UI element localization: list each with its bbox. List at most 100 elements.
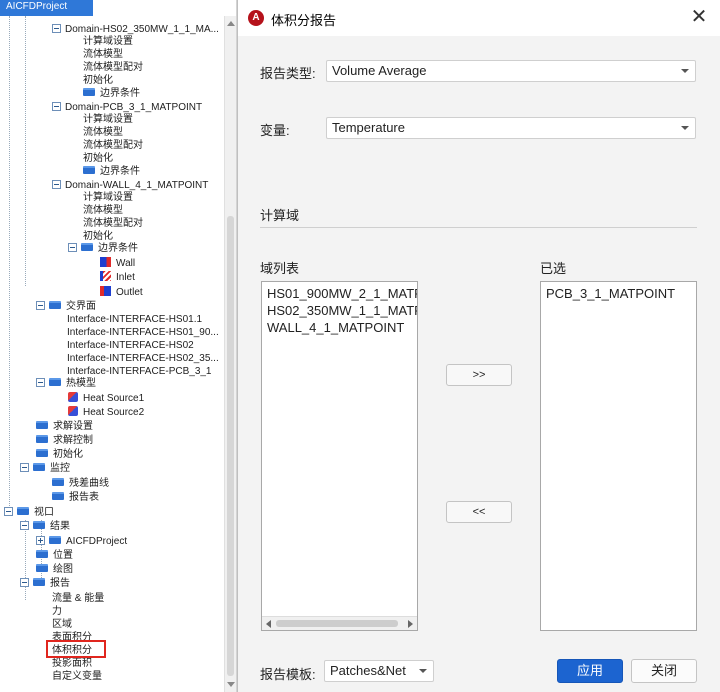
tree-item-boundary-conditions[interactable]: 边界条件 — [68, 242, 138, 255]
volume-integral-report-dialog: A 体积分报告 ✕ 报告类型: Volume Average 变量: Tempe… — [237, 0, 720, 692]
apply-button[interactable]: 应用 — [557, 659, 623, 683]
remove-from-selected-button[interactable]: << — [446, 501, 512, 523]
tree-item-interface[interactable]: Interface-INTERFACE-HS01.1 — [67, 313, 202, 326]
scrollbar-thumb[interactable] — [227, 216, 234, 676]
scroll-left-arrow-icon[interactable] — [266, 620, 271, 628]
collapse-icon[interactable] — [20, 577, 29, 587]
tree-item-wall[interactable]: Wall — [100, 257, 135, 270]
tree-item-report[interactable]: 报告 — [20, 577, 70, 590]
folder-icon — [36, 435, 48, 444]
add-to-selected-button[interactable]: >> — [446, 364, 512, 386]
folder-icon — [49, 301, 61, 310]
collapse-icon[interactable] — [52, 101, 61, 111]
collapse-icon[interactable] — [20, 462, 29, 472]
tree-item-label: 报告 — [50, 578, 70, 589]
collapse-icon[interactable] — [36, 300, 45, 310]
tree-item-domain-hs02[interactable]: Domain-HS02_350MW_1_1_MA... — [52, 23, 219, 36]
tree-item-domain-settings[interactable]: 计算域设置 — [83, 35, 133, 48]
tree-item-report-table[interactable]: 报告表 — [52, 491, 99, 504]
report-type-label: 报告类型: — [260, 66, 316, 81]
tree-item-label: 计算域设置 — [83, 36, 133, 47]
tree-item-label: 流体模型 — [83, 49, 123, 60]
tree-vertical-scrollbar[interactable] — [224, 16, 236, 692]
tree-item-aicfdproject[interactable]: AICFDProject — [36, 535, 127, 548]
tree-item-fluid-model-pair[interactable]: 流体模型配对 — [83, 217, 143, 230]
collapse-icon[interactable] — [36, 377, 45, 387]
tree-item-fluid-model[interactable]: 流体模型 — [83, 48, 123, 61]
scroll-up-arrow-icon[interactable] — [227, 21, 235, 26]
tree-root-header[interactable]: AICFDProject — [0, 0, 93, 16]
tree-item-initialization[interactable]: 初始化 — [83, 74, 113, 87]
tree-item-label: Domain-WALL_4_1_MATPOINT — [65, 180, 209, 191]
close-icon[interactable]: ✕ — [690, 7, 708, 27]
tree-item-force[interactable]: 力 — [52, 605, 62, 618]
tree-item-monitor[interactable]: 监控 — [20, 462, 70, 475]
app-logo-icon: A — [248, 10, 264, 26]
tree-item-interface[interactable]: Interface-INTERFACE-HS02 — [67, 339, 194, 352]
tree-item-label: 求解设置 — [53, 421, 93, 432]
tree-item-label: 监控 — [50, 463, 70, 474]
tree-item-solver-settings[interactable]: 求解设置 — [36, 420, 93, 433]
tree-item-fluid-model[interactable]: 流体模型 — [83, 126, 123, 139]
tree-item-location[interactable]: 位置 — [36, 549, 73, 562]
list-item[interactable]: WALL_4_1_MATPOINT — [267, 319, 404, 336]
tree-item-heat-model[interactable]: 热模型 — [36, 377, 96, 390]
tree-item-heat-source1[interactable]: Heat Source1 — [68, 392, 144, 405]
folder-icon — [81, 243, 93, 252]
tree-item-heat-source2[interactable]: Heat Source2 — [68, 406, 144, 419]
tree-item-label: 交界面 — [66, 301, 96, 312]
tree-item-domain-settings[interactable]: 计算域设置 — [83, 113, 133, 126]
selected-listbox[interactable]: PCB_3_1_MATPOINT — [540, 281, 697, 631]
tree-item-initialization[interactable]: 初始化 — [36, 448, 83, 461]
tree-item-results[interactable]: 结果 — [20, 520, 70, 533]
tree-item-flow-energy[interactable]: 流量 & 能量 — [52, 592, 104, 605]
tree-item-label: Heat Source1 — [83, 393, 145, 404]
folder-icon — [36, 421, 48, 430]
scroll-down-arrow-icon[interactable] — [227, 682, 235, 687]
tree-item-outlet[interactable]: Outlet — [100, 286, 143, 299]
tree-item-label: Interface-INTERFACE-HS01_90... — [67, 327, 219, 338]
list-item[interactable]: HS02_350MW_1_1_MATP — [267, 302, 417, 319]
tree-item-interfaces[interactable]: 交界面 — [36, 300, 96, 313]
tree-item-label: 位置 — [53, 550, 73, 561]
scrollbar-thumb[interactable] — [276, 620, 398, 627]
report-type-select[interactable]: Volume Average — [326, 60, 696, 82]
tree-item-domain-settings[interactable]: 计算域设置 — [83, 191, 133, 204]
tree-item-solver-control[interactable]: 求解控制 — [36, 434, 93, 447]
tree-item-residual-curve[interactable]: 残差曲线 — [52, 477, 109, 490]
collapse-icon[interactable] — [20, 520, 29, 530]
listbox-horizontal-scrollbar[interactable] — [262, 616, 417, 630]
tree-item-projected-area[interactable]: 投影面积 — [52, 657, 92, 670]
report-template-select[interactable]: Patches&Net — [324, 660, 434, 682]
close-button[interactable]: 关闭 — [631, 659, 697, 683]
tree-item-interface[interactable]: Interface-INTERFACE-HS02_35... — [67, 352, 219, 365]
tree-item-viewport[interactable]: 视口 — [4, 506, 54, 519]
list-item[interactable]: HS01_900MW_2_1_MATP — [267, 285, 417, 302]
tree-item-fluid-model-pair[interactable]: 流体模型配对 — [83, 139, 143, 152]
section-divider — [260, 227, 697, 228]
collapse-icon[interactable] — [52, 179, 61, 189]
folder-icon — [52, 478, 64, 487]
tree-item-fluid-model-pair[interactable]: 流体模型配对 — [83, 61, 143, 74]
variable-select[interactable]: Temperature — [326, 117, 696, 139]
collapse-icon[interactable] — [68, 242, 77, 252]
tree-item-custom-variable[interactable]: 自定义变量 — [52, 670, 102, 683]
chevron-down-icon — [681, 69, 689, 73]
tree-item-interface[interactable]: Interface-INTERFACE-HS01_90... — [67, 326, 219, 339]
list-item[interactable]: PCB_3_1_MATPOINT — [546, 285, 675, 302]
expand-icon[interactable] — [36, 535, 45, 545]
domain-list-label: 域列表 — [260, 261, 300, 276]
tree-item-region[interactable]: 区域 — [52, 618, 72, 631]
tree-item-boundary-conditions[interactable]: 边界条件 — [83, 87, 140, 100]
tree-item-fluid-model[interactable]: 流体模型 — [83, 204, 123, 217]
domain-listbox[interactable]: HS01_900MW_2_1_MATP HS02_350MW_1_1_MATP … — [261, 281, 418, 631]
tree-item-initialization[interactable]: 初始化 — [83, 152, 113, 165]
tree-item-plot[interactable]: 绘图 — [36, 563, 73, 576]
collapse-icon[interactable] — [4, 506, 13, 516]
tree-item-label: Heat Source2 — [83, 407, 145, 418]
tree-item-boundary-conditions[interactable]: 边界条件 — [83, 165, 140, 178]
collapse-icon[interactable] — [52, 23, 61, 33]
tree-item-inlet[interactable]: Inlet — [100, 271, 135, 284]
scroll-right-arrow-icon[interactable] — [408, 620, 413, 628]
folder-icon — [36, 449, 48, 458]
